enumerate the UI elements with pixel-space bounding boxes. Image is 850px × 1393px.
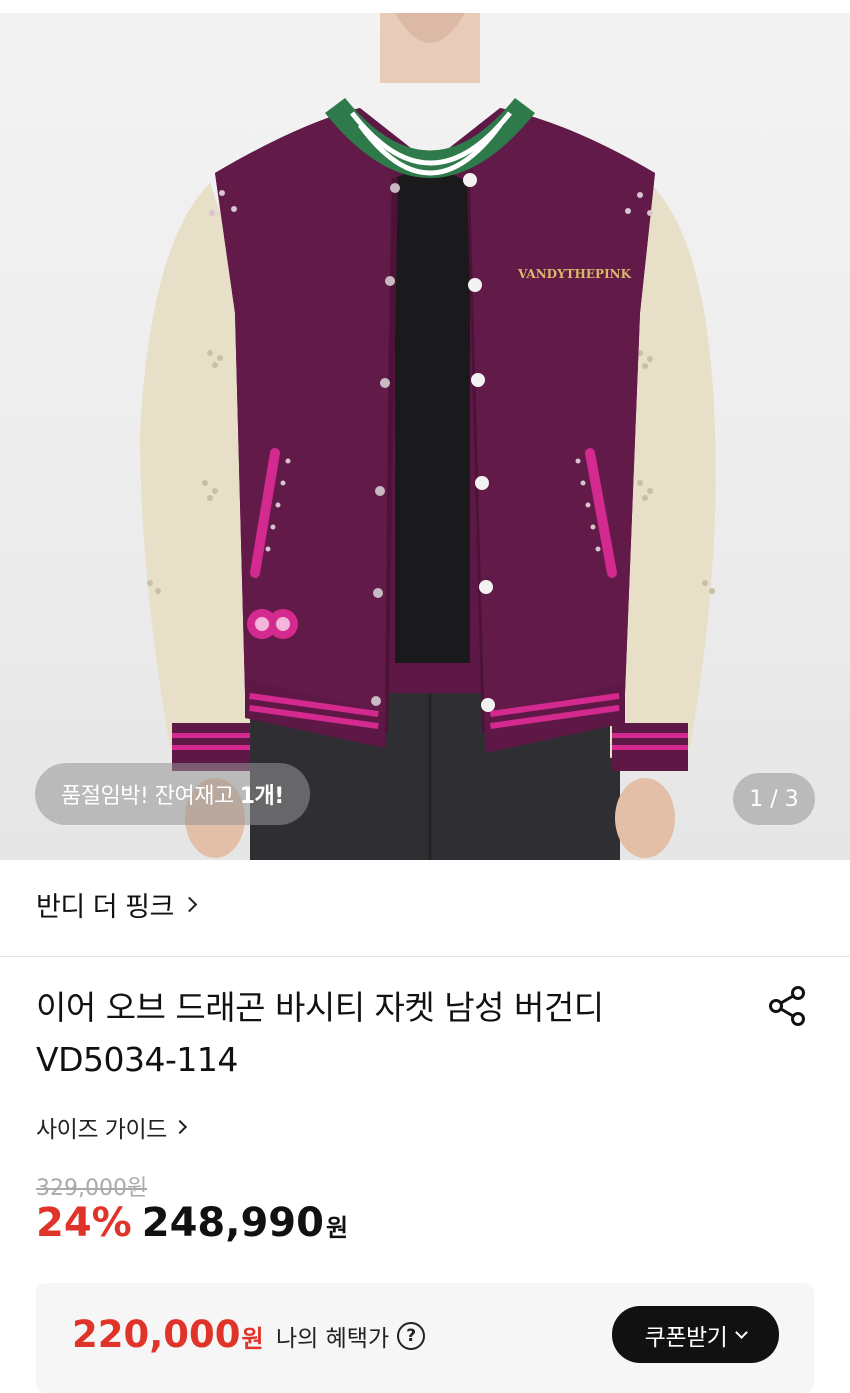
- benefit-price-unit: 원: [241, 1325, 264, 1353]
- share-button[interactable]: [766, 984, 810, 1028]
- low-stock-badge: 품절임박! 잔여재고 1개!: [35, 763, 310, 825]
- chevron-right-icon: [181, 896, 198, 913]
- image-counter: 1 / 3: [733, 773, 815, 825]
- benefit-price: 220,000 원: [72, 1313, 264, 1356]
- benefit-label: 나의 혜택가 ?: [276, 1319, 426, 1353]
- help-icon[interactable]: ?: [397, 1322, 426, 1350]
- sale-price-unit: 원: [325, 1214, 349, 1242]
- brand-link[interactable]: 반디 더 핑크: [36, 885, 198, 924]
- sale-price: 248,990: [141, 1200, 324, 1246]
- original-price: 329,000원: [36, 1176, 148, 1201]
- product-photo: VANDYTHEPINK: [140, 13, 716, 860]
- benefit-price-value: 220,000: [72, 1313, 241, 1356]
- stock-count: 1개!: [239, 784, 285, 809]
- benefit-label-text: 나의 혜택가: [276, 1326, 390, 1352]
- product-title-line1: 이어 오브 드래곤 바시티 자켓 남성 버건디: [36, 988, 604, 1027]
- coupon-button-label: 쿠폰받기: [644, 1324, 728, 1351]
- chevron-down-icon: [735, 1325, 749, 1339]
- product-title: 이어 오브 드래곤 바시티 자켓 남성 버건디 VD5034-114: [36, 982, 736, 1086]
- stock-notice-text: 품절임박! 잔여재고: [61, 784, 234, 809]
- product-image-carousel[interactable]: VANDYTHEPINK 품절임박! 잔여재고 1개! 1 / 3: [0, 13, 850, 860]
- discount-rate: 24%: [36, 1200, 132, 1246]
- jacket-print-text: VANDYTHEPINK: [517, 267, 632, 281]
- chevron-right-icon: [172, 1119, 187, 1135]
- product-code: VD5034-114: [36, 1040, 238, 1079]
- brand-name: 반디 더 핑크: [36, 892, 174, 923]
- get-coupon-button[interactable]: 쿠폰받기: [612, 1306, 779, 1363]
- size-guide-label: 사이즈 가이드: [36, 1117, 167, 1143]
- size-guide-link[interactable]: 사이즈 가이드: [36, 1110, 187, 1144]
- share-icon: [769, 986, 805, 1026]
- price-row: 24% 248,990 원: [36, 1200, 348, 1246]
- divider: [0, 956, 850, 957]
